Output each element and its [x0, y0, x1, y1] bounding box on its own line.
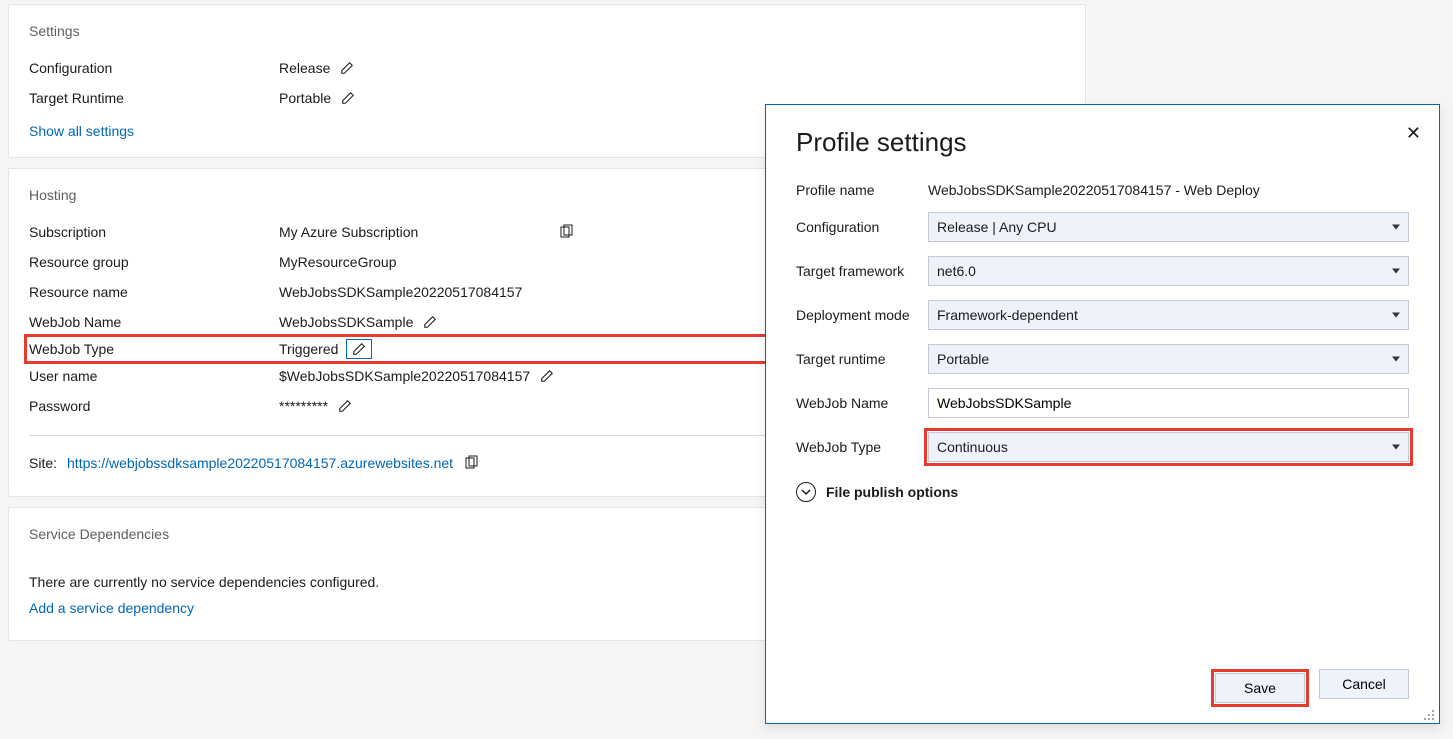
- file-publish-options-expander[interactable]: File publish options: [796, 482, 1409, 502]
- resource-group-value: MyResourceGroup: [279, 254, 397, 270]
- site-label: Site:: [29, 455, 57, 471]
- webjob-type-row: WebJob Type Continuous: [796, 432, 1409, 462]
- configuration-label: Configuration: [796, 219, 928, 235]
- chevron-down-circle-icon: [796, 482, 816, 502]
- edit-icon[interactable]: [540, 369, 554, 383]
- chevron-down-icon: [1392, 225, 1400, 230]
- target-framework-value: net6.0: [937, 263, 976, 279]
- close-icon[interactable]: ✕: [1406, 123, 1421, 144]
- file-publish-options-label: File publish options: [826, 484, 958, 500]
- password-value: *********: [279, 398, 328, 414]
- username-value: $WebJobsSDKSample20220517084157: [279, 368, 530, 384]
- deployment-mode-label: Deployment mode: [796, 307, 928, 323]
- configuration-value: Release | Any CPU: [937, 219, 1057, 235]
- password-label: Password: [29, 398, 279, 414]
- setting-configuration-row: Configuration Release: [29, 53, 1065, 83]
- resource-group-label: Resource group: [29, 254, 279, 270]
- webjob-type-label: WebJob Type: [796, 439, 928, 455]
- resource-name-label: Resource name: [29, 284, 279, 300]
- chevron-down-icon: [1392, 357, 1400, 362]
- target-runtime-row: Target runtime Portable: [796, 344, 1409, 374]
- webjob-type-dropdown[interactable]: Continuous: [928, 432, 1409, 462]
- profile-name-label: Profile name: [796, 182, 928, 198]
- webjob-type-highlight: Continuous: [924, 428, 1413, 466]
- subscription-value: My Azure Subscription: [279, 224, 418, 240]
- copy-icon[interactable]: [558, 224, 574, 240]
- configuration-value: Release: [279, 60, 330, 76]
- webjob-name-label: WebJob Name: [796, 395, 928, 411]
- deployment-mode-value: Framework-dependent: [937, 307, 1078, 323]
- chevron-down-icon: [1392, 445, 1400, 450]
- resize-grip-icon[interactable]: [1423, 708, 1435, 720]
- chevron-down-icon: [1392, 313, 1400, 318]
- webjob-name-value: WebJobsSDKSample: [279, 314, 413, 330]
- configuration-label: Configuration: [29, 60, 279, 76]
- site-url-link[interactable]: https://webjobssdksample20220517084157.a…: [67, 455, 453, 471]
- deployment-mode-dropdown[interactable]: Framework-dependent: [928, 300, 1409, 330]
- save-button-highlight: Save: [1211, 669, 1309, 707]
- cancel-button[interactable]: Cancel: [1319, 669, 1409, 699]
- chevron-down-icon: [1392, 269, 1400, 274]
- webjob-type-value: Triggered: [279, 341, 338, 357]
- save-button[interactable]: Save: [1215, 673, 1305, 703]
- webjob-name-label: WebJob Name: [29, 314, 279, 330]
- profile-name-value: WebJobsSDKSample20220517084157 - Web Dep…: [928, 182, 1260, 198]
- profile-name-row: Profile name WebJobsSDKSample20220517084…: [796, 182, 1409, 198]
- add-dependency-link[interactable]: Add a service dependency: [29, 600, 194, 616]
- target-framework-row: Target framework net6.0: [796, 256, 1409, 286]
- edit-icon[interactable]: [352, 342, 366, 356]
- target-framework-dropdown[interactable]: net6.0: [928, 256, 1409, 286]
- target-runtime-label: Target Runtime: [29, 90, 279, 106]
- subscription-label: Subscription: [29, 224, 279, 240]
- webjob-type-value: Continuous: [937, 439, 1008, 455]
- target-runtime-dropdown[interactable]: Portable: [928, 344, 1409, 374]
- configuration-row: Configuration Release | Any CPU: [796, 212, 1409, 242]
- deployment-mode-row: Deployment mode Framework-dependent: [796, 300, 1409, 330]
- webjob-name-input[interactable]: [928, 388, 1409, 418]
- edit-icon[interactable]: [338, 399, 352, 413]
- configuration-dropdown[interactable]: Release | Any CPU: [928, 212, 1409, 242]
- dialog-title: Profile settings: [796, 127, 1409, 158]
- copy-icon[interactable]: [463, 455, 479, 471]
- edit-icon[interactable]: [423, 315, 437, 329]
- webjob-name-row: WebJob Name: [796, 388, 1409, 418]
- target-runtime-value: Portable: [279, 90, 331, 106]
- settings-title: Settings: [29, 23, 1065, 39]
- resource-name-value: WebJobsSDKSample20220517084157: [279, 284, 522, 300]
- username-label: User name: [29, 368, 279, 384]
- show-all-settings-link[interactable]: Show all settings: [29, 123, 134, 139]
- target-runtime-label: Target runtime: [796, 351, 928, 367]
- edit-icon[interactable]: [341, 91, 355, 105]
- profile-settings-dialog: ✕ Profile settings Profile name WebJobsS…: [765, 104, 1440, 724]
- target-runtime-value: Portable: [937, 351, 989, 367]
- target-framework-label: Target framework: [796, 263, 928, 279]
- dialog-footer: Save Cancel: [796, 659, 1409, 707]
- edit-icon[interactable]: [340, 61, 354, 75]
- webjob-type-label: WebJob Type: [29, 341, 279, 357]
